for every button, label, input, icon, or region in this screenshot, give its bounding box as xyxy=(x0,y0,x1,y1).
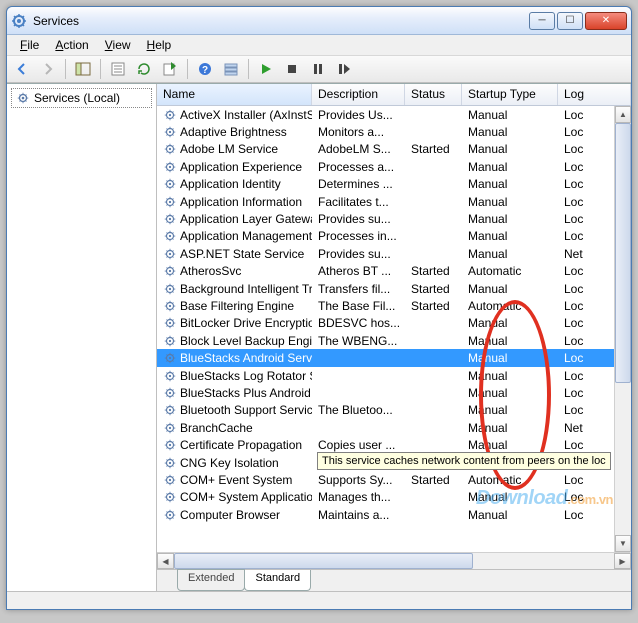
horizontal-scrollbar[interactable]: ◀ ▶ xyxy=(157,552,631,569)
service-row[interactable]: Adaptive BrightnessMonitors a...ManualLo… xyxy=(157,123,631,140)
toolbar-separator xyxy=(187,59,188,79)
filter-icon[interactable] xyxy=(220,58,242,80)
minimize-button[interactable]: ─ xyxy=(529,12,555,30)
scroll-left-button[interactable]: ◀ xyxy=(157,553,174,569)
console-tree[interactable]: Services (Local) xyxy=(7,84,157,591)
column-logon[interactable]: Log xyxy=(558,84,631,105)
scroll-thumb[interactable] xyxy=(615,123,631,383)
service-row[interactable]: Block Level Backup Engine Ser...The WBEN… xyxy=(157,332,631,349)
window-buttons: ─ ☐ ✕ xyxy=(529,12,627,30)
service-row[interactable]: Application Layer Gateway Ser...Provides… xyxy=(157,210,631,227)
menubar: File Action View Help xyxy=(7,35,631,55)
workspace: Services (Local) Name Description Status… xyxy=(7,83,631,591)
service-row[interactable]: Background Intelligent Transf...Transfer… xyxy=(157,280,631,297)
back-button[interactable] xyxy=(11,58,33,80)
scroll-up-button[interactable]: ▲ xyxy=(615,106,631,123)
list-header: Name Description Status Startup Type Log xyxy=(157,84,631,106)
tree-root-label: Services (Local) xyxy=(34,91,120,105)
forward-button[interactable] xyxy=(37,58,59,80)
tab-standard[interactable]: Standard xyxy=(244,570,311,591)
service-row[interactable]: BlueStacks Android ServiceManualLoc xyxy=(157,349,631,366)
service-row[interactable]: ActiveX Installer (AxInstSV)Provides Us.… xyxy=(157,106,631,123)
pause-service-icon[interactable] xyxy=(307,58,329,80)
service-row[interactable]: BitLocker Drive Encryption Ser...BDESVC … xyxy=(157,315,631,332)
service-row[interactable]: BlueStacks Plus Android Servi...ManualLo… xyxy=(157,384,631,401)
properties-icon[interactable] xyxy=(107,58,129,80)
statusbar xyxy=(7,591,631,609)
service-row[interactable]: Application InformationFacilitates t...M… xyxy=(157,193,631,210)
column-status[interactable]: Status xyxy=(405,84,462,105)
service-row[interactable]: Application ExperienceProcesses a...Manu… xyxy=(157,158,631,175)
service-row[interactable]: Adobe LM ServiceAdobeLM S...StartedManua… xyxy=(157,141,631,158)
restart-service-icon[interactable] xyxy=(333,58,355,80)
services-list-pane: Name Description Status Startup Type Log… xyxy=(157,84,631,591)
svg-text:?: ? xyxy=(202,65,208,76)
tree-root-services-local[interactable]: Services (Local) xyxy=(11,88,152,108)
titlebar[interactable]: Services ─ ☐ ✕ xyxy=(7,7,631,35)
refresh-icon[interactable] xyxy=(133,58,155,80)
services-window: Services ─ ☐ ✕ File Action View Help ? xyxy=(6,6,632,610)
column-startup-type[interactable]: Startup Type xyxy=(462,84,558,105)
service-row[interactable]: BranchCacheManualNet xyxy=(157,419,631,436)
service-row[interactable]: Application ManagementProcesses in...Man… xyxy=(157,228,631,245)
menu-view[interactable]: View xyxy=(98,37,138,53)
services-app-icon xyxy=(11,13,27,29)
menu-action[interactable]: Action xyxy=(48,37,95,53)
service-row[interactable]: Application IdentityDetermines ...Manual… xyxy=(157,176,631,193)
watermark: Download.com.vn xyxy=(476,487,613,510)
service-row[interactable]: COM+ Event SystemSupports Sy...StartedAu… xyxy=(157,471,631,488)
scroll-right-button[interactable]: ▶ xyxy=(614,553,631,569)
toolbar-separator xyxy=(248,59,249,79)
menu-file[interactable]: File xyxy=(13,37,46,53)
gear-icon xyxy=(16,91,30,105)
service-row[interactable]: Base Filtering EngineThe Base Fil...Star… xyxy=(157,297,631,314)
services-list[interactable]: ActiveX Installer (AxInstSV)Provides Us.… xyxy=(157,106,631,552)
column-description[interactable]: Description xyxy=(312,84,405,105)
stop-service-icon[interactable] xyxy=(281,58,303,80)
view-tabs: Extended Standard xyxy=(157,569,631,591)
scroll-down-button[interactable]: ▼ xyxy=(615,535,631,552)
service-row[interactable]: BlueStacks Log Rotator ServiceManualLoc xyxy=(157,367,631,384)
toolbar-separator xyxy=(65,59,66,79)
menu-help[interactable]: Help xyxy=(140,37,179,53)
toolbar: ? xyxy=(7,55,631,83)
maximize-button[interactable]: ☐ xyxy=(557,12,583,30)
service-row[interactable]: AtherosSvcAtheros BT ...StartedAutomatic… xyxy=(157,263,631,280)
service-row[interactable]: ASP.NET State ServiceProvides su...Manua… xyxy=(157,245,631,262)
vertical-scrollbar[interactable]: ▲ ▼ xyxy=(614,106,631,552)
export-list-icon[interactable] xyxy=(159,58,181,80)
help-icon[interactable]: ? xyxy=(194,58,216,80)
close-button[interactable]: ✕ xyxy=(585,12,627,30)
tab-extended[interactable]: Extended xyxy=(177,569,245,591)
scroll-thumb-h[interactable] xyxy=(174,553,473,569)
tooltip: This service caches network content from… xyxy=(317,452,611,470)
service-row[interactable]: Bluetooth Support ServiceThe Bluetoo...M… xyxy=(157,402,631,419)
toolbar-separator xyxy=(100,59,101,79)
column-name[interactable]: Name xyxy=(157,84,312,105)
window-title: Services xyxy=(33,14,529,28)
show-hide-console-tree-icon[interactable] xyxy=(72,58,94,80)
start-service-icon[interactable] xyxy=(255,58,277,80)
